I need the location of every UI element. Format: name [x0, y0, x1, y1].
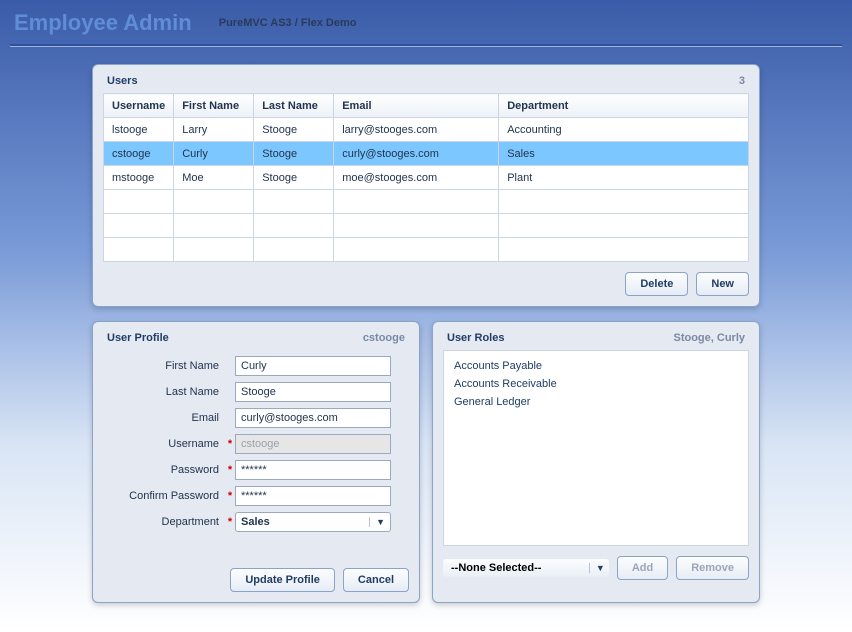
delete-button[interactable]: Delete: [625, 272, 688, 296]
department-select-value: Sales: [241, 516, 270, 528]
list-item[interactable]: Accounts Receivable: [454, 375, 738, 393]
new-button[interactable]: New: [696, 272, 749, 296]
cancel-button[interactable]: Cancel: [343, 568, 409, 592]
table-cell: Stooge: [254, 166, 334, 190]
table-cell: curly@stooges.com: [334, 142, 499, 166]
password-input[interactable]: [235, 460, 391, 480]
table-row[interactable]: lstoogeLarryStoogelarry@stooges.comAccou…: [104, 118, 749, 142]
department-select[interactable]: Sales ▼: [235, 512, 391, 532]
department-label: Department: [103, 516, 225, 528]
update-profile-button[interactable]: Update Profile: [230, 568, 335, 592]
column-header[interactable]: First Name: [174, 94, 254, 118]
roles-panel-subtitle: Stooge, Curly: [673, 332, 745, 344]
list-item[interactable]: General Ledger: [454, 393, 738, 411]
email-label: Email: [103, 412, 225, 424]
column-header[interactable]: Username: [104, 94, 174, 118]
profile-form: First Name Last Name Email Username *: [103, 350, 409, 532]
required-icon: *: [225, 438, 235, 450]
table-cell: Stooge: [254, 142, 334, 166]
table-row-empty: [104, 214, 749, 238]
table-row[interactable]: cstoogeCurlyStoogecurly@stooges.comSales: [104, 142, 749, 166]
email-input[interactable]: [235, 408, 391, 428]
required-icon: *: [225, 516, 235, 528]
remove-role-button[interactable]: Remove: [676, 556, 749, 580]
chevron-down-icon: ▼: [589, 563, 605, 573]
last-name-input[interactable]: [235, 382, 391, 402]
table-cell: Stooge: [254, 118, 334, 142]
users-count: 3: [739, 75, 745, 87]
chevron-down-icon: ▼: [369, 517, 385, 527]
password-label: Password: [103, 464, 225, 476]
column-header[interactable]: Last Name: [254, 94, 334, 118]
profile-panel-title: User Profile: [107, 332, 169, 344]
app-subtitle: PureMVC AS3 / Flex Demo: [219, 17, 357, 29]
users-table: UsernameFirst NameLast NameEmailDepartme…: [103, 93, 749, 262]
table-row-empty: [104, 238, 749, 262]
table-cell: Accounting: [499, 118, 749, 142]
roles-panel-title: User Roles: [447, 332, 504, 344]
table-cell: larry@stooges.com: [334, 118, 499, 142]
column-header[interactable]: Department: [499, 94, 749, 118]
table-cell: Plant: [499, 166, 749, 190]
table-cell: cstooge: [104, 142, 174, 166]
username-label: Username: [103, 438, 225, 450]
table-cell: Larry: [174, 118, 254, 142]
table-cell: moe@stooges.com: [334, 166, 499, 190]
table-row[interactable]: mstoogeMoeStoogemoe@stooges.comPlant: [104, 166, 749, 190]
required-icon: *: [225, 464, 235, 476]
last-name-label: Last Name: [103, 386, 225, 398]
user-roles-panel: User Roles Stooge, Curly Accounts Payabl…: [432, 321, 760, 603]
roles-select-value: --None Selected--: [451, 562, 541, 574]
profile-panel-subtitle: cstooge: [363, 332, 405, 344]
app-title: Employee Admin: [14, 10, 192, 36]
column-header[interactable]: Email: [334, 94, 499, 118]
table-cell: mstooge: [104, 166, 174, 190]
table-row-empty: [104, 190, 749, 214]
username-input: [235, 434, 391, 454]
required-icon: *: [225, 490, 235, 502]
first-name-input[interactable]: [235, 356, 391, 376]
roles-list[interactable]: Accounts PayableAccounts ReceivableGener…: [443, 350, 749, 546]
users-panel-title: Users: [107, 75, 138, 87]
table-cell: Moe: [174, 166, 254, 190]
first-name-label: First Name: [103, 360, 225, 372]
confirm-password-input[interactable]: [235, 486, 391, 506]
roles-select[interactable]: --None Selected-- ▼: [443, 559, 609, 577]
list-item[interactable]: Accounts Payable: [454, 357, 738, 375]
confirm-password-label: Confirm Password: [103, 490, 225, 502]
users-panel: Users 3 UsernameFirst NameLast NameEmail…: [92, 64, 760, 307]
app-header: Employee Admin PureMVC AS3 / Flex Demo: [0, 0, 852, 44]
add-role-button[interactable]: Add: [617, 556, 668, 580]
table-cell: Sales: [499, 142, 749, 166]
table-cell: lstooge: [104, 118, 174, 142]
table-cell: Curly: [174, 142, 254, 166]
user-profile-panel: User Profile cstooge First Name Last Nam…: [92, 321, 420, 603]
